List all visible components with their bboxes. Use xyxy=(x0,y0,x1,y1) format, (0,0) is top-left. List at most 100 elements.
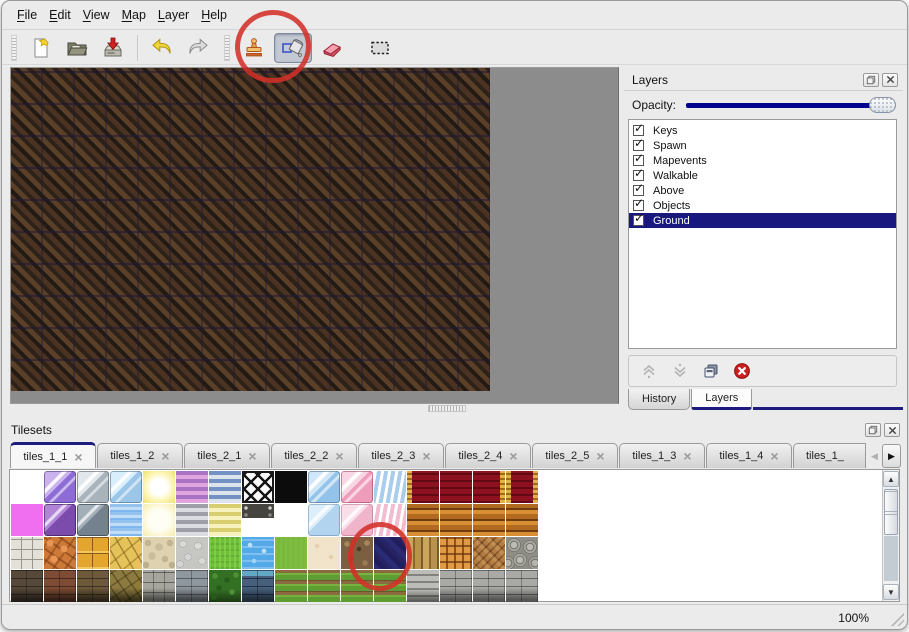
tile-flagstone[interactable] xyxy=(110,537,142,569)
tile-water-wavy[interactable] xyxy=(110,504,142,536)
tab-scroll-left-button[interactable]: ◀ xyxy=(867,444,882,468)
tab-close-icon[interactable]: × xyxy=(770,451,778,461)
tile-glass-darkgray[interactable] xyxy=(77,504,109,536)
tab-close-icon[interactable]: × xyxy=(596,451,604,461)
tile-pebbles[interactable] xyxy=(143,537,175,569)
tile-brick-gray[interactable] xyxy=(440,570,472,602)
tile-black[interactable] xyxy=(275,471,307,503)
toolbar-grip-2[interactable] xyxy=(224,35,230,61)
tile-banner-right[interactable] xyxy=(473,471,505,503)
tile-stripes-violet[interactable] xyxy=(176,471,208,503)
tile-drape-pink[interactable] xyxy=(374,504,406,536)
tileset-tab-tiles_1_2[interactable]: tiles_1_2× xyxy=(97,443,183,468)
layer-row-spawn[interactable]: ✓Spawn xyxy=(629,138,896,153)
tileset-tab-tiles_1_3[interactable]: tiles_1_3× xyxy=(619,443,705,468)
layer-visibility-checkbox[interactable]: ✓ xyxy=(633,215,644,226)
close-tilesets-icon[interactable] xyxy=(884,423,900,437)
tab-close-icon[interactable]: × xyxy=(248,451,256,461)
tile-basketweave[interactable] xyxy=(440,537,472,569)
tile-wood-stripes[interactable] xyxy=(407,504,439,536)
tile-grass-bright[interactable] xyxy=(209,537,241,569)
tile-wall-stone[interactable] xyxy=(143,570,175,602)
tile-glass-pink[interactable] xyxy=(341,471,373,503)
tab-close-icon[interactable]: × xyxy=(422,451,430,461)
tab-close-icon[interactable]: × xyxy=(509,451,517,461)
tab-scroll-right-button[interactable]: ▶ xyxy=(882,444,901,468)
raise-layer-button[interactable] xyxy=(639,361,659,381)
tile-wall-red[interactable] xyxy=(44,570,76,602)
layer-row-above[interactable]: ✓Above xyxy=(629,183,896,198)
layer-row-ground[interactable]: ✓Ground xyxy=(629,213,896,228)
rect-select-tool-button[interactable] xyxy=(364,33,396,63)
tab-close-icon[interactable]: × xyxy=(683,451,691,461)
tile-glass-blue[interactable] xyxy=(110,471,142,503)
lower-layer-button[interactable] xyxy=(670,361,690,381)
tileset-tab-tiles_1_1[interactable]: tiles_1_1× xyxy=(10,442,96,468)
float-panel-icon[interactable] xyxy=(863,73,879,87)
tile-lattice[interactable] xyxy=(242,471,274,503)
tile-herringbone[interactable] xyxy=(473,537,505,569)
layer-row-objects[interactable]: ✓Objects xyxy=(629,198,896,213)
undo-button[interactable] xyxy=(146,33,178,63)
tile-wood-stripes[interactable] xyxy=(473,504,505,536)
tileset-tab-tiles_1_4[interactable]: tiles_1_4× xyxy=(706,443,792,468)
tile-stripes-blue[interactable] xyxy=(209,471,241,503)
toolbar-grip[interactable] xyxy=(11,35,17,61)
tile-wall-dark[interactable] xyxy=(11,570,43,602)
tile-wood-stripes[interactable] xyxy=(506,504,538,536)
splitter-handle[interactable] xyxy=(428,405,466,412)
tile-wall-tan[interactable] xyxy=(77,570,109,602)
tile-drape-blue[interactable] xyxy=(374,471,406,503)
redo-button[interactable] xyxy=(182,33,214,63)
tile-plank-gray[interactable] xyxy=(407,570,439,602)
menu-edit[interactable]: Edit xyxy=(43,5,77,25)
layer-row-mapevents[interactable]: ✓Mapevents xyxy=(629,153,896,168)
tileset-tab-tiles_2_1[interactable]: tiles_2_1× xyxy=(184,443,270,468)
scroll-down-button[interactable]: ▼ xyxy=(883,584,899,600)
tileset-tab-tiles_1[interactable]: tiles_1_ xyxy=(793,443,866,468)
tile-stones-gray[interactable] xyxy=(176,537,208,569)
save-button[interactable] xyxy=(97,33,129,63)
tile-banner-both[interactable] xyxy=(506,471,538,503)
tile-metal-plate[interactable] xyxy=(242,504,274,536)
tile-brick-gray[interactable] xyxy=(506,570,538,602)
tile-glass-purple[interactable] xyxy=(44,471,76,503)
tile-glass-paleblue[interactable] xyxy=(308,504,340,536)
tile-glass-gray[interactable] xyxy=(77,471,109,503)
tile-grass-green[interactable] xyxy=(275,537,307,569)
tile-glass-lightblue[interactable] xyxy=(308,471,340,503)
tile-glow-pale[interactable] xyxy=(143,504,175,536)
tile-wood-stripes[interactable] xyxy=(440,504,472,536)
tile-grass-rows[interactable] xyxy=(308,570,340,602)
tile-stone-blocks[interactable] xyxy=(11,537,43,569)
tile-gold-tiles[interactable] xyxy=(77,537,109,569)
tile-banner-left[interactable] xyxy=(407,471,439,503)
tileset-tab-tiles_2_4[interactable]: tiles_2_4× xyxy=(445,443,531,468)
tile-stripes-gray[interactable] xyxy=(176,504,208,536)
menu-layer[interactable]: Layer xyxy=(152,5,195,25)
layer-row-keys[interactable]: ✓Keys xyxy=(629,123,896,138)
tile-navy-dark[interactable] xyxy=(374,537,406,569)
menu-file[interactable]: File xyxy=(11,5,43,25)
tile-empty[interactable] xyxy=(275,504,307,536)
tileset-tab-tiles_2_3[interactable]: tiles_2_3× xyxy=(358,443,444,468)
tile-stripes-yellow[interactable] xyxy=(209,504,241,536)
layer-visibility-checkbox[interactable]: ✓ xyxy=(633,155,644,166)
tile-hedge[interactable] xyxy=(209,570,241,602)
scrollbar-track[interactable] xyxy=(884,536,898,581)
opacity-slider[interactable] xyxy=(686,97,896,114)
tile-glass-palepink[interactable] xyxy=(341,504,373,536)
duplicate-layer-button[interactable] xyxy=(701,361,721,381)
layer-row-walkable[interactable]: ✓Walkable xyxy=(629,168,896,183)
fill-bucket-tool-button[interactable] xyxy=(274,33,312,63)
tile-glow-yellow[interactable] xyxy=(143,471,175,503)
tile-cobble-orange[interactable] xyxy=(44,537,76,569)
tile-magenta[interactable] xyxy=(11,504,43,536)
tile-banner[interactable] xyxy=(440,471,472,503)
menu-map[interactable]: Map xyxy=(116,5,152,25)
tile-empty[interactable] xyxy=(11,471,43,503)
tab-close-icon[interactable]: × xyxy=(74,452,82,462)
layer-visibility-checkbox[interactable]: ✓ xyxy=(633,170,644,181)
layer-visibility-checkbox[interactable]: ✓ xyxy=(633,200,644,211)
opacity-slider-handle[interactable] xyxy=(869,97,896,113)
